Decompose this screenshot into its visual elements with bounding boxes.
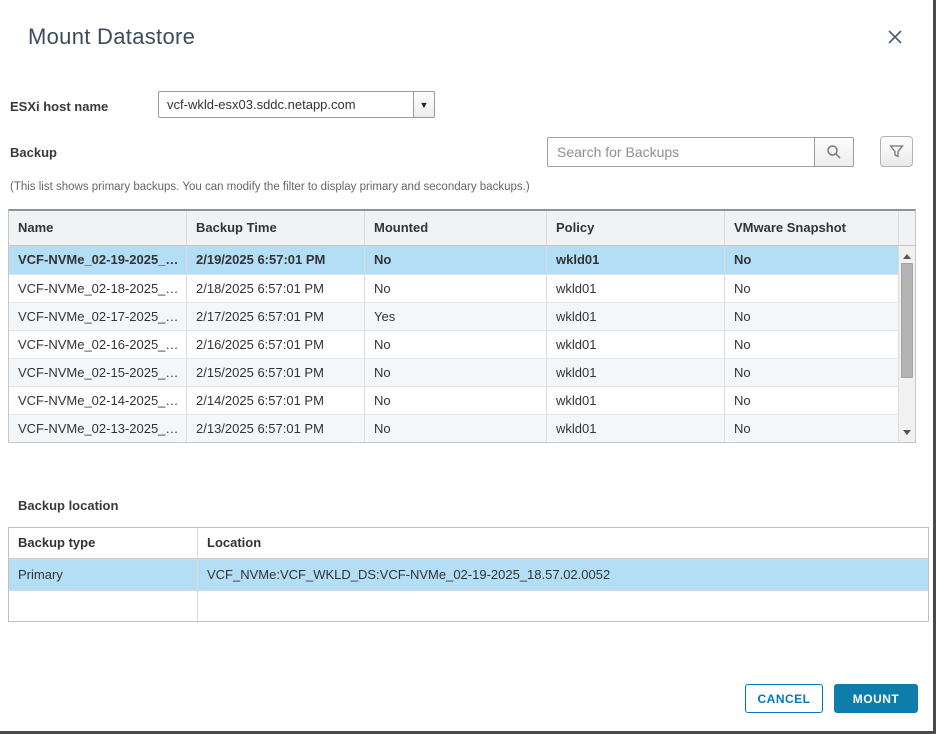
snapshot-cell: No <box>724 331 898 358</box>
esxi-host-dropdown-button[interactable]: ▼ <box>414 91 435 118</box>
location-cell <box>197 591 928 621</box>
name-cell: VCF-NVMe_02-14-2025_… <box>9 387 186 414</box>
filter-icon <box>889 144 904 159</box>
backup-filter-note: (This list shows primary backups. You ca… <box>10 181 530 193</box>
search-input[interactable] <box>547 137 815 167</box>
mounted-cell: Yes <box>364 303 546 330</box>
policy-cell: wkld01 <box>546 303 724 330</box>
scrollbar-thumb[interactable] <box>901 263 913 378</box>
time-cell: 2/18/2025 6:57:01 PM <box>186 275 364 302</box>
name-cell: VCF-NVMe_02-19-2025_… <box>9 246 186 274</box>
triangle-up-icon <box>903 254 911 259</box>
name-cell: VCF-NVMe_02-18-2025_… <box>9 275 186 302</box>
backup-section-label: Backup <box>10 145 57 160</box>
policy-cell: wkld01 <box>546 275 724 302</box>
table-row[interactable]: VCF-NVMe_02-16-2025_… 2/16/2025 6:57:01 … <box>9 330 915 358</box>
table-row[interactable]: Primary VCF_NVMe:VCF_WKLD_DS:VCF-NVMe_02… <box>9 559 928 590</box>
backup-type-cell: Primary <box>9 560 197 590</box>
snapshot-cell: No <box>724 246 898 274</box>
page-title: Mount Datastore <box>28 24 195 50</box>
table-row[interactable]: VCF-NVMe_02-19-2025_… 2/19/2025 6:57:01 … <box>9 246 915 274</box>
vertical-scrollbar[interactable] <box>898 246 915 442</box>
column-header-scroll-spacer <box>898 211 915 245</box>
policy-cell: wkld01 <box>546 359 724 386</box>
mount-button[interactable]: MOUNT <box>834 684 918 713</box>
scroll-down-button[interactable] <box>899 424 915 440</box>
table-row[interactable]: VCF-NVMe_02-18-2025_… 2/18/2025 6:57:01 … <box>9 274 915 302</box>
column-header-location: Location <box>197 528 928 558</box>
column-header-policy[interactable]: Policy <box>546 211 724 245</box>
snapshot-cell: No <box>724 387 898 414</box>
policy-cell: wkld01 <box>546 246 724 274</box>
backups-table: Name Backup Time Mounted Policy VMware S… <box>8 209 916 443</box>
triangle-down-icon <box>903 430 911 435</box>
column-header-mounted[interactable]: Mounted <box>364 211 546 245</box>
time-cell: 2/19/2025 6:57:01 PM <box>186 246 364 274</box>
table-row[interactable] <box>9 590 928 621</box>
mounted-cell: No <box>364 246 546 274</box>
mounted-cell: No <box>364 359 546 386</box>
policy-cell: wkld01 <box>546 415 724 442</box>
backup-location-label: Backup location <box>18 498 118 513</box>
snapshot-cell: No <box>724 359 898 386</box>
column-header-time[interactable]: Backup Time <box>186 211 364 245</box>
esxi-host-combobox: ▼ <box>158 91 435 118</box>
backups-table-header: Name Backup Time Mounted Policy VMware S… <box>9 211 915 246</box>
location-cell: VCF_NVMe:VCF_WKLD_DS:VCF-NVMe_02-19-2025… <box>197 560 928 590</box>
close-button[interactable] <box>885 26 907 48</box>
column-header-name[interactable]: Name <box>9 211 186 245</box>
column-header-backup-type: Backup type <box>9 528 197 558</box>
time-cell: 2/17/2025 6:57:01 PM <box>186 303 364 330</box>
table-row[interactable]: VCF-NVMe_02-14-2025_… 2/14/2025 6:57:01 … <box>9 386 915 414</box>
time-cell: 2/13/2025 6:57:01 PM <box>186 415 364 442</box>
mounted-cell: No <box>364 415 546 442</box>
mounted-cell: No <box>364 387 546 414</box>
time-cell: 2/15/2025 6:57:01 PM <box>186 359 364 386</box>
location-table-header: Backup type Location <box>9 528 928 559</box>
table-row[interactable]: VCF-NVMe_02-15-2025_… 2/15/2025 6:57:01 … <box>9 358 915 386</box>
policy-cell: wkld01 <box>546 387 724 414</box>
mount-datastore-dialog: Mount Datastore ESXi host name ▼ Backup … <box>0 0 936 734</box>
cancel-button[interactable]: CANCEL <box>745 684 823 713</box>
snapshot-cell: No <box>724 415 898 442</box>
name-cell: VCF-NVMe_02-13-2025_… <box>9 415 186 442</box>
policy-cell: wkld01 <box>546 331 724 358</box>
mounted-cell: No <box>364 331 546 358</box>
esxi-host-input[interactable] <box>158 91 414 118</box>
column-header-snapshot[interactable]: VMware Snapshot <box>724 211 898 245</box>
table-row[interactable]: VCF-NVMe_02-13-2025_… 2/13/2025 6:57:01 … <box>9 414 915 442</box>
backups-table-body: VCF-NVMe_02-19-2025_… 2/19/2025 6:57:01 … <box>9 246 915 442</box>
search-icon <box>826 144 842 160</box>
name-cell: VCF-NVMe_02-15-2025_… <box>9 359 186 386</box>
esxi-host-label: ESXi host name <box>10 99 108 114</box>
close-icon <box>885 27 905 47</box>
mounted-cell: No <box>364 275 546 302</box>
backup-location-table: Backup type Location Primary VCF_NVMe:VC… <box>8 527 929 622</box>
scroll-up-button[interactable] <box>899 248 915 264</box>
name-cell: VCF-NVMe_02-16-2025_… <box>9 331 186 358</box>
time-cell: 2/16/2025 6:57:01 PM <box>186 331 364 358</box>
name-cell: VCF-NVMe_02-17-2025_… <box>9 303 186 330</box>
backup-type-cell <box>9 591 197 621</box>
search-button[interactable] <box>815 137 854 167</box>
backup-search-group <box>547 137 854 167</box>
time-cell: 2/14/2025 6:57:01 PM <box>186 387 364 414</box>
chevron-down-icon: ▼ <box>420 100 429 110</box>
snapshot-cell: No <box>724 303 898 330</box>
snapshot-cell: No <box>724 275 898 302</box>
filter-button[interactable] <box>880 136 913 167</box>
table-row[interactable]: VCF-NVMe_02-17-2025_… 2/17/2025 6:57:01 … <box>9 302 915 330</box>
